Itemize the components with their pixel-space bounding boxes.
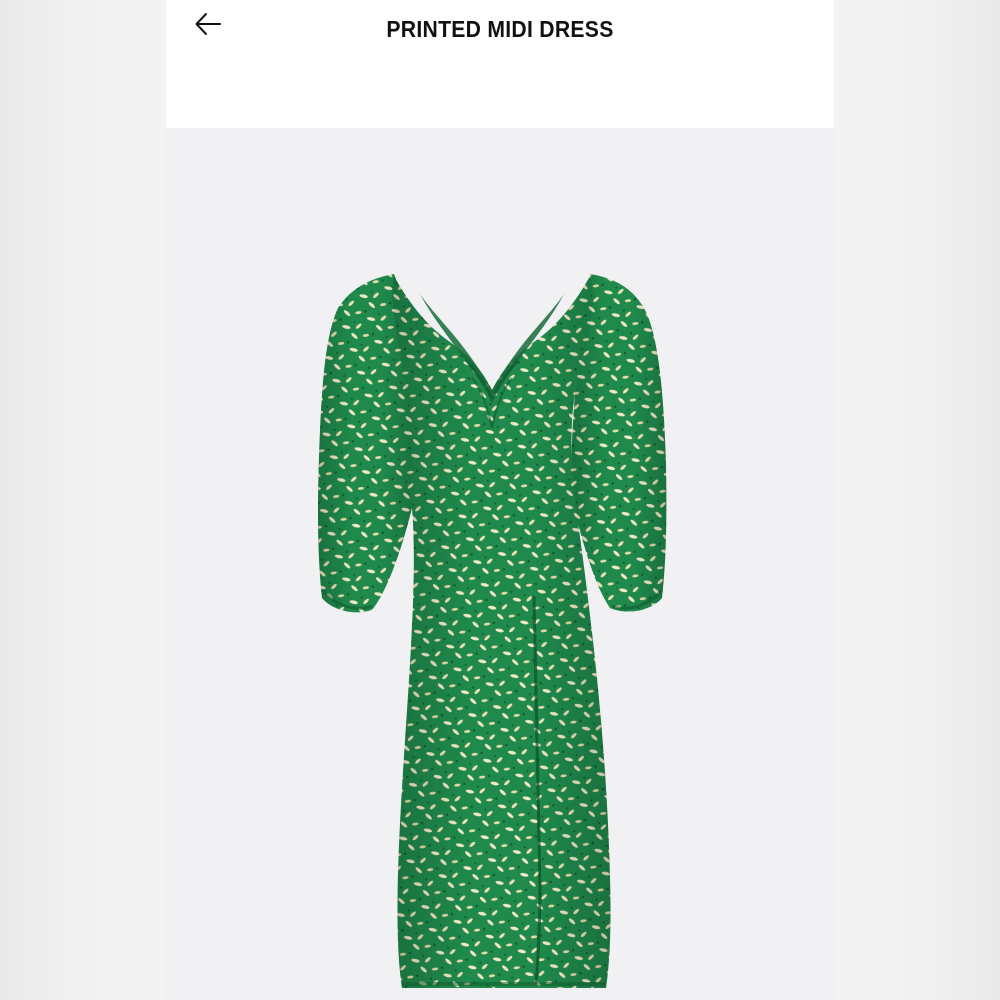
top-bar: PRINTED MIDI DRESS: [166, 0, 834, 128]
product-image[interactable]: [166, 128, 834, 1000]
printed-dress-photo: [318, 274, 667, 988]
page-title: PRINTED MIDI DRESS: [386, 16, 614, 42]
product-screen: PRINTED MIDI DRESS: [166, 0, 834, 1000]
